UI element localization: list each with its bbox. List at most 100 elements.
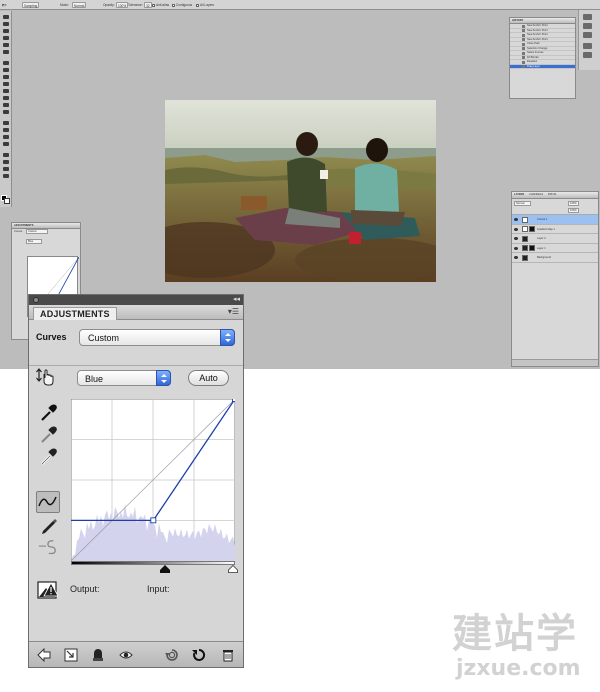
pen-tool-icon[interactable] xyxy=(3,121,9,125)
curve-points-tool[interactable] xyxy=(36,491,60,513)
curve-graph[interactable] xyxy=(71,399,235,561)
preset-select[interactable]: Custom xyxy=(79,329,235,346)
stamp-tool-icon[interactable] xyxy=(3,75,9,79)
history-state-icon xyxy=(522,65,525,68)
channels-tab[interactable]: CHANNELS xyxy=(527,192,545,197)
zoom-tool-icon[interactable] xyxy=(3,174,9,178)
mini-adjustments-tab[interactable]: ADJUSTMENTS xyxy=(12,223,35,228)
paths-tab[interactable]: PATHS xyxy=(546,192,558,197)
close-button[interactable] xyxy=(33,297,39,303)
panel-icon-dock xyxy=(578,10,600,70)
layer-row[interactable]: Background xyxy=(512,253,598,263)
blend-mode-select[interactable]: Normal xyxy=(514,201,532,206)
contiguous-checkbox[interactable]: Contiguous xyxy=(172,2,192,8)
layer-row[interactable]: Layer 2 xyxy=(512,234,598,244)
channel-select[interactable]: Blue xyxy=(77,370,171,386)
history-tab[interactable]: HISTORY xyxy=(510,18,525,23)
clipping-warning-icon[interactable] xyxy=(37,581,59,600)
adjustments-tab[interactable]: ADJUSTMENTS xyxy=(33,307,117,320)
mini-channel-select[interactable]: Blue xyxy=(26,239,43,244)
layer-row[interactable]: Layer 1 xyxy=(512,244,598,253)
fill-field[interactable]: 100% xyxy=(568,208,579,213)
history-item-label: Close Path xyxy=(527,42,540,45)
visibility-eye-icon[interactable] xyxy=(514,218,518,221)
tolerance-field[interactable]: 32 xyxy=(144,2,152,8)
tool-preset-icon[interactable]: ◩▾ xyxy=(2,2,7,8)
pencil-icon[interactable] xyxy=(39,515,59,535)
opacity-field[interactable]: 100% xyxy=(568,201,579,206)
visibility-eye-icon[interactable] xyxy=(119,648,133,662)
smooth-curve-icon[interactable] xyxy=(37,537,57,557)
toolbox xyxy=(0,11,12,207)
layer-mask-thumbnail xyxy=(529,226,535,232)
crop-tool-icon[interactable] xyxy=(3,43,9,47)
white-point-slider[interactable] xyxy=(228,565,238,573)
layer-name: Curves 1 xyxy=(537,218,548,221)
collapse-icon[interactable]: ◂◂ xyxy=(233,295,240,305)
layer-row[interactable]: Gradient Map 1 xyxy=(512,225,598,234)
move-tool-icon[interactable] xyxy=(3,15,9,19)
history-state-icon xyxy=(522,24,525,28)
auto-button[interactable]: Auto xyxy=(188,370,229,386)
watermark-logo-text: 建站学 xyxy=(452,611,578,657)
eyedropper-gray-icon[interactable] xyxy=(38,425,58,445)
visibility-eye-icon[interactable] xyxy=(514,246,518,250)
dodge-tool-icon[interactable] xyxy=(3,110,9,114)
history-item-label: New Anchor Point xyxy=(527,37,548,41)
reset-icon[interactable] xyxy=(192,648,206,662)
hand-tool-icon[interactable] xyxy=(3,167,9,171)
path-select-tool-icon[interactable] xyxy=(3,135,9,139)
brushes-panel-icon[interactable] xyxy=(583,52,592,58)
quick-select-tool-icon[interactable] xyxy=(3,36,9,40)
layers-tab[interactable]: LAYERS xyxy=(512,192,526,197)
healing-tool-icon[interactable] xyxy=(3,61,9,65)
panel-tabbar: ADJUSTMENTS ▾☰ xyxy=(29,305,243,320)
styles-panel-icon[interactable] xyxy=(583,32,592,38)
blur-tool-icon[interactable] xyxy=(3,103,9,107)
swatches-panel-icon[interactable] xyxy=(583,23,592,29)
marquee-tool-icon[interactable] xyxy=(3,22,9,26)
panel-menu-icon[interactable]: ▾☰ xyxy=(228,308,239,316)
previous-state-icon[interactable] xyxy=(165,648,179,662)
masks-panel-icon[interactable] xyxy=(583,43,592,49)
visibility-eye-icon[interactable] xyxy=(514,227,518,231)
gradient-tool-icon[interactable] xyxy=(3,96,9,100)
opacity-field[interactable]: 100% xyxy=(116,2,129,8)
color-panel-icon[interactable] xyxy=(583,14,592,20)
anti-alias-checkbox[interactable]: Anti-alias xyxy=(152,2,169,8)
eyedropper-tool-icon[interactable] xyxy=(3,50,9,54)
layers-list: Curves 1 Gradient Map 1 Layer 2 Layer 1 Back… xyxy=(512,215,598,263)
shape-tool-icon[interactable] xyxy=(3,142,9,146)
type-tool-icon[interactable] xyxy=(3,128,9,132)
trash-icon[interactable] xyxy=(221,648,235,662)
black-point-slider[interactable] xyxy=(160,565,170,573)
history-state-icon xyxy=(522,51,525,55)
sample-select[interactable]: Sampling xyxy=(22,2,40,8)
eyedropper-white-icon[interactable] xyxy=(38,447,58,467)
brush-tool-icon[interactable] xyxy=(3,68,9,72)
back-arrow-icon[interactable] xyxy=(37,648,51,662)
expanded-view-icon[interactable] xyxy=(64,648,78,662)
document-image[interactable] xyxy=(165,100,436,282)
visibility-eye-icon[interactable] xyxy=(514,237,518,240)
hand-target-icon[interactable] xyxy=(36,368,54,386)
eyedropper-black-icon[interactable] xyxy=(38,403,58,423)
history-item-label: Select Inverse xyxy=(527,51,544,54)
curve-control-point[interactable] xyxy=(150,517,157,524)
3d-orbit-tool-icon[interactable] xyxy=(3,160,9,164)
visibility-eye-icon[interactable] xyxy=(514,256,518,259)
background-color-swatch[interactable] xyxy=(4,198,10,204)
all-layers-checkbox[interactable]: All Layers xyxy=(196,2,214,8)
eraser-tool-icon[interactable] xyxy=(3,89,9,93)
mode-select[interactable]: Normal xyxy=(72,2,87,8)
lasso-tool-icon[interactable] xyxy=(3,29,9,33)
layer-name: Background xyxy=(537,256,551,259)
history-brush-tool-icon[interactable] xyxy=(3,82,9,86)
mini-preset-select[interactable]: Custom xyxy=(25,229,48,234)
curve-control-point[interactable] xyxy=(232,399,236,402)
3d-rotate-tool-icon[interactable] xyxy=(3,153,9,157)
history-item[interactable]: Drag Layer xyxy=(510,64,575,69)
history-state-icon xyxy=(522,29,525,32)
clip-to-layer-icon[interactable] xyxy=(91,648,105,662)
layer-row[interactable]: Curves 1 xyxy=(512,215,598,225)
